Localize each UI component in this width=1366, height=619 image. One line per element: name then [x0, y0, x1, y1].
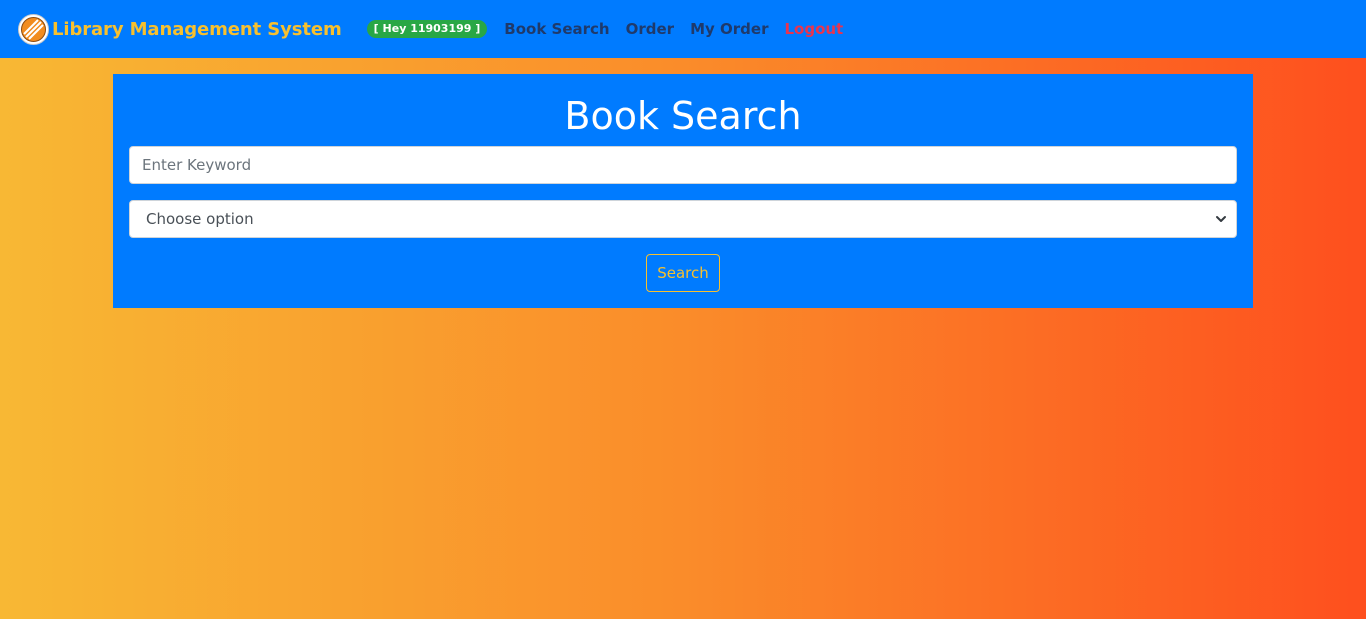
nav-order[interactable]: Order	[626, 20, 674, 38]
brand-title: Library Management System	[52, 18, 342, 40]
select-value: Choose option	[146, 210, 254, 228]
top-navbar: Library Management System [ Hey 11903199…	[0, 0, 1366, 58]
chevron-down-icon	[1214, 212, 1228, 226]
university-logo-icon	[18, 13, 49, 45]
nav-my-order[interactable]: My Order	[690, 20, 768, 38]
keyword-input[interactable]	[129, 146, 1237, 184]
book-search-card: Book Search Choose option Search	[113, 74, 1253, 308]
user-greeting-badge: [ Hey 11903199 ]	[366, 20, 488, 38]
search-option-select[interactable]: Choose option	[129, 200, 1237, 238]
nav-logout[interactable]: Logout	[784, 20, 843, 38]
page-title: Book Search	[564, 94, 802, 138]
search-button[interactable]: Search	[646, 254, 720, 292]
nav-book-search[interactable]: Book Search	[504, 20, 609, 38]
brand-link[interactable]: Library Management System	[18, 13, 342, 45]
